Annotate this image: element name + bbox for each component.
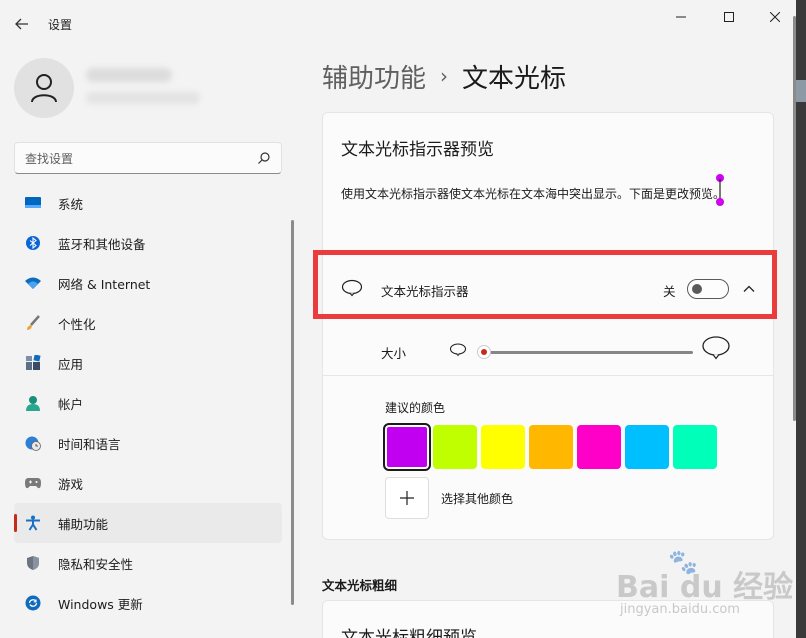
- sidebar-item-accounts[interactable]: 帐户: [14, 383, 282, 423]
- color-swatches: [383, 423, 717, 471]
- sidebar-item-label: 游戏: [58, 476, 84, 492]
- sidebar-item-label: 个性化: [58, 316, 96, 332]
- sidebar-item-bluetooth[interactable]: 蓝牙和其他设备: [14, 223, 282, 263]
- indicator-label: 文本光标指示器: [381, 284, 469, 299]
- color-swatch[interactable]: [625, 425, 669, 469]
- maximize-button[interactable]: [706, 0, 752, 34]
- text-cursor-indicator-card: 文本光标指示器预览 使用文本光标指示器使文本光标在文本海中突出显示。下面是更改预…: [313, 112, 777, 540]
- account-email-blurred: [86, 92, 200, 104]
- monitor-icon: [24, 195, 42, 211]
- user-icon: [31, 74, 57, 103]
- maximize-icon: [724, 12, 734, 22]
- page-title: 文本光标: [462, 63, 567, 94]
- title-bar: 设置: [0, 0, 796, 48]
- gamepad-icon: [24, 475, 42, 491]
- app-title: 设置: [48, 18, 73, 32]
- sidebar-scrollbar[interactable]: [291, 220, 294, 605]
- preview-title: 文本光标指示器预览: [341, 140, 494, 160]
- sidebar-item-privacy[interactable]: 隐私和安全性: [14, 543, 282, 583]
- preview-description: 使用文本光标指示器使文本光标在文本海中突出显示。下面是更改预览。: [341, 187, 726, 201]
- color-swatch[interactable]: [383, 423, 431, 471]
- size-slider[interactable]: [477, 345, 693, 359]
- minimize-button[interactable]: [658, 0, 704, 34]
- account-name-blurred: [86, 68, 172, 82]
- plus-icon: [400, 491, 414, 505]
- sidebar-item-gaming[interactable]: 游戏: [14, 463, 282, 503]
- sidebar-item-network[interactable]: 网络 & Internet: [14, 263, 282, 303]
- color-swatch[interactable]: [529, 425, 573, 469]
- large-cursor-indicator-icon: [702, 336, 730, 360]
- thickness-preview-card: 文本光标粗细预览: [322, 600, 774, 638]
- sidebar-item-label: 帐户: [58, 396, 84, 412]
- sidebar-item-label: Windows 更新: [58, 596, 143, 612]
- background-window-edge: [796, 0, 806, 638]
- size-label: 大小: [381, 346, 407, 361]
- sidebar-item-system[interactable]: 系统: [14, 183, 282, 223]
- thickness-preview-title: 文本光标粗细预览: [341, 628, 477, 638]
- suggested-colors-title: 建议的颜色: [385, 401, 446, 415]
- color-swatch[interactable]: [673, 425, 717, 469]
- apps-icon: [24, 355, 42, 371]
- toggle-state-text: 关: [663, 284, 676, 299]
- search-box[interactable]: [14, 142, 282, 174]
- back-arrow-icon: [15, 18, 28, 30]
- sidebar-item-apps[interactable]: 应用: [14, 343, 282, 383]
- breadcrumb-parent[interactable]: 辅助功能: [322, 58, 426, 95]
- close-button[interactable]: [752, 0, 798, 34]
- chevron-up-icon[interactable]: [741, 281, 757, 297]
- accessibility-icon: [24, 515, 42, 531]
- main-scrollbar[interactable]: [793, 16, 796, 421]
- wifi-icon: [24, 275, 42, 291]
- small-cursor-indicator-icon: [449, 343, 467, 357]
- search-input[interactable]: [25, 149, 245, 169]
- sidebar-item-personalization[interactable]: 个性化: [14, 303, 282, 343]
- search-icon[interactable]: [257, 151, 271, 165]
- size-row: 大小: [323, 331, 773, 375]
- brush-icon: [24, 315, 42, 331]
- add-color-button[interactable]: [385, 477, 429, 519]
- close-icon: [770, 12, 780, 22]
- add-color-label: 选择其他颜色: [441, 492, 514, 506]
- text-cursor-preview-icon: [716, 174, 724, 206]
- sidebar-item-windows-update[interactable]: Windows 更新: [14, 583, 282, 623]
- slider-thumb[interactable]: [477, 345, 491, 359]
- minimize-icon: [676, 16, 686, 18]
- sidebar-item-accessibility[interactable]: 辅助功能: [14, 503, 282, 543]
- back-button[interactable]: [8, 10, 36, 38]
- indicator-toggle-row[interactable]: 文本光标指示器 关: [313, 250, 777, 321]
- breadcrumb: 辅助功能 › 文本光标: [322, 58, 566, 94]
- text-cursor-indicator-icon: [341, 279, 363, 297]
- slider-track[interactable]: [481, 351, 693, 354]
- divider: [323, 375, 773, 376]
- update-icon: [24, 595, 42, 611]
- bluetooth-icon: [24, 235, 42, 251]
- sidebar-item-label: 系统: [58, 196, 84, 212]
- paw-icon: 🐾: [668, 548, 698, 576]
- avatar[interactable]: [14, 58, 74, 118]
- color-swatch[interactable]: [433, 425, 477, 469]
- sidebar-item-time-language[interactable]: 时间和语言: [14, 423, 282, 463]
- breadcrumb-separator: ›: [440, 64, 449, 88]
- sidebar-item-label: 应用: [58, 356, 84, 372]
- account-icon: [24, 395, 42, 411]
- sidebar-item-label: 辅助功能: [58, 516, 109, 532]
- sidebar-item-label: 隐私和安全性: [58, 556, 134, 572]
- indicator-toggle[interactable]: [687, 279, 729, 299]
- shield-icon: [24, 555, 42, 571]
- sidebar-item-label: 网络 & Internet: [58, 276, 151, 292]
- color-swatch[interactable]: [577, 425, 621, 469]
- globe-clock-icon: [24, 435, 42, 451]
- thickness-section-title: 文本光标粗细: [322, 578, 398, 593]
- sidebar-item-label: 时间和语言: [58, 436, 121, 452]
- sidebar-nav: 系统 蓝牙和其他设备 网络 & Internet 个性化 应用 帐户 时间和语言…: [14, 183, 282, 623]
- color-swatch[interactable]: [481, 425, 525, 469]
- toggle-knob: [692, 284, 702, 294]
- sidebar-item-label: 蓝牙和其他设备: [58, 236, 146, 252]
